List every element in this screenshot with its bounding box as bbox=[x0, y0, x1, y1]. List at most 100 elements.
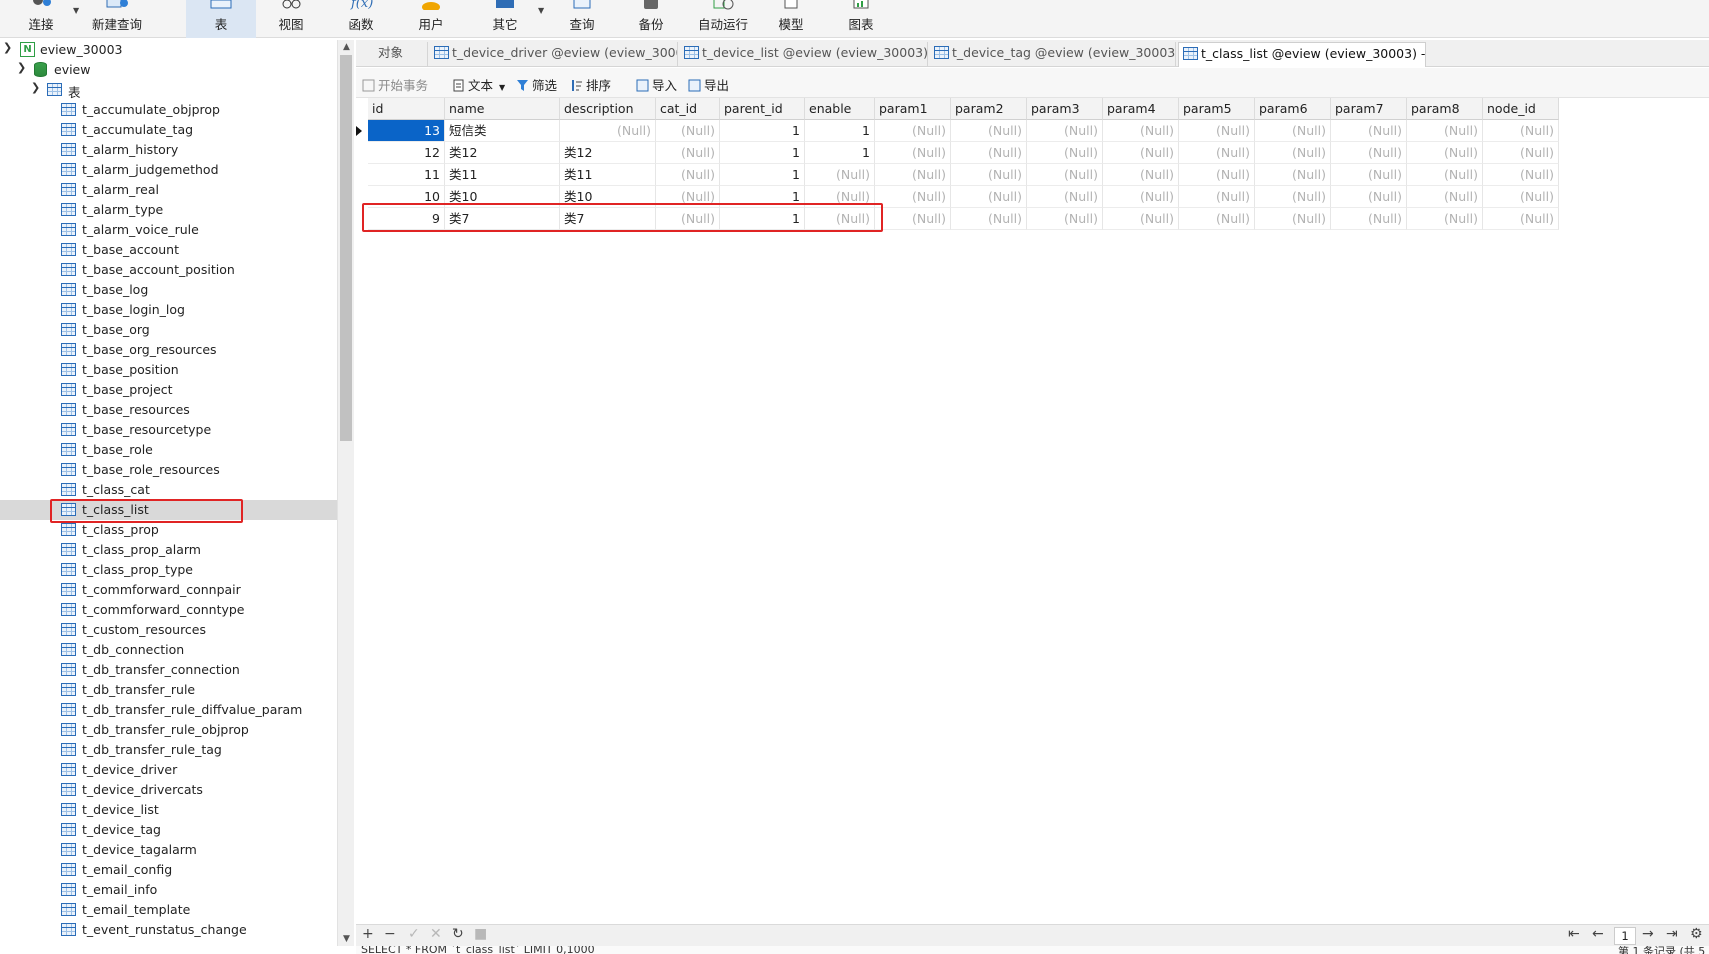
tree-table-item[interactable]: t_base_resourcetype bbox=[0, 420, 337, 440]
tree-table-item[interactable]: t_base_position bbox=[0, 360, 337, 380]
table-cell[interactable]: 类12 bbox=[445, 142, 560, 164]
table-cell[interactable]: (Null) bbox=[656, 186, 720, 208]
table-cell[interactable]: (Null) bbox=[875, 164, 951, 186]
table-cell[interactable]: (Null) bbox=[1179, 164, 1255, 186]
tree-table-item[interactable]: t_db_transfer_rule bbox=[0, 680, 337, 700]
tree-table-item[interactable]: t_db_transfer_connection bbox=[0, 660, 337, 680]
column-header[interactable]: param4 bbox=[1103, 98, 1179, 120]
toolbar-backup-button[interactable]: 备份 bbox=[620, 0, 682, 38]
table-cell[interactable]: 1 bbox=[805, 142, 875, 164]
column-header[interactable]: param6 bbox=[1255, 98, 1331, 120]
table-cell[interactable]: 短信类 bbox=[445, 120, 560, 142]
tree-table-item[interactable]: t_db_transfer_rule_diffvalue_param bbox=[0, 700, 337, 720]
toolbar-view-button[interactable]: 视图 bbox=[260, 0, 322, 38]
import-button[interactable]: 导入 bbox=[636, 75, 677, 94]
table-cell[interactable]: (Null) bbox=[1483, 142, 1559, 164]
toolbar-new-query-button[interactable]: 新建查询 bbox=[86, 0, 148, 38]
column-header[interactable]: description bbox=[560, 98, 656, 120]
next-page-icon[interactable]: → bbox=[1642, 926, 1654, 942]
table-cell[interactable]: (Null) bbox=[1255, 120, 1331, 142]
toolbar-user-button[interactable]: 用户 bbox=[400, 0, 462, 38]
table-cell[interactable]: 1 bbox=[720, 120, 805, 142]
table-cell[interactable]: 类10 bbox=[560, 186, 656, 208]
column-header[interactable]: param7 bbox=[1331, 98, 1407, 120]
table-cell[interactable]: 类7 bbox=[445, 208, 560, 230]
table-cell[interactable]: (Null) bbox=[1179, 208, 1255, 230]
table-cell[interactable]: (Null) bbox=[1103, 142, 1179, 164]
tree-table-item[interactable]: t_device_tag bbox=[0, 820, 337, 840]
tree-table-item[interactable]: t_alarm_judgemethod bbox=[0, 160, 337, 180]
table-cell[interactable]: (Null) bbox=[656, 208, 720, 230]
table-cell[interactable]: 类7 bbox=[560, 208, 656, 230]
column-header[interactable]: node_id bbox=[1483, 98, 1559, 120]
tree-table-item[interactable]: t_db_transfer_rule_objprop bbox=[0, 720, 337, 740]
table-cell[interactable]: (Null) bbox=[875, 142, 951, 164]
tree-connection[interactable]: ❯ N eview_30003 bbox=[0, 40, 337, 60]
scroll-down-icon[interactable]: ▼ bbox=[338, 934, 355, 944]
table-cell[interactable]: (Null) bbox=[656, 164, 720, 186]
table-cell[interactable]: (Null) bbox=[1407, 164, 1483, 186]
tree-table-item[interactable]: t_alarm_real bbox=[0, 180, 337, 200]
table-cell[interactable]: (Null) bbox=[1407, 186, 1483, 208]
table-cell[interactable]: (Null) bbox=[1483, 208, 1559, 230]
connect-dropdown-icon[interactable]: ▼ bbox=[73, 6, 79, 15]
table-cell[interactable]: (Null) bbox=[1179, 120, 1255, 142]
tree-table-item[interactable]: t_base_role_resources bbox=[0, 460, 337, 480]
tree-table-item[interactable]: t_class_list bbox=[0, 500, 337, 520]
other-dropdown-icon[interactable]: ▼ bbox=[538, 6, 544, 15]
table-cell[interactable]: (Null) bbox=[1331, 186, 1407, 208]
column-header[interactable]: id bbox=[368, 98, 445, 120]
sort-button[interactable]: 排序 bbox=[570, 75, 611, 94]
table-cell[interactable]: (Null) bbox=[1103, 208, 1179, 230]
export-button[interactable]: 导出 bbox=[688, 75, 729, 94]
table-cell[interactable]: 1 bbox=[720, 164, 805, 186]
filter-button[interactable]: 筛选 bbox=[516, 75, 557, 94]
toolbar-table-button[interactable]: 表 bbox=[186, 0, 256, 38]
table-cell[interactable]: (Null) bbox=[1255, 142, 1331, 164]
tree-scrollbar[interactable]: ▲ ▼ bbox=[337, 40, 354, 946]
table-cell[interactable]: 13 bbox=[368, 120, 445, 142]
begin-transaction-button[interactable]: 开始事务 bbox=[362, 75, 428, 94]
table-cell[interactable]: (Null) bbox=[805, 186, 875, 208]
table-cell[interactable]: 1 bbox=[805, 120, 875, 142]
tab-t-device-driver[interactable]: t_device_driver @eview (eview_30003... bbox=[430, 42, 678, 67]
column-header[interactable]: param1 bbox=[875, 98, 951, 120]
table-cell[interactable]: (Null) bbox=[1331, 164, 1407, 186]
refresh-icon[interactable]: ↻ bbox=[452, 926, 464, 942]
table-cell[interactable]: (Null) bbox=[1255, 208, 1331, 230]
table-cell[interactable]: (Null) bbox=[560, 120, 656, 142]
tree-table-item[interactable]: t_class_prop_alarm bbox=[0, 540, 337, 560]
chevron-down-icon[interactable]: ❯ bbox=[17, 61, 26, 74]
table-cell[interactable]: 9 bbox=[368, 208, 445, 230]
table-cell[interactable]: (Null) bbox=[951, 120, 1027, 142]
table-cell[interactable]: 1 bbox=[720, 186, 805, 208]
table-cell[interactable]: (Null) bbox=[951, 142, 1027, 164]
tree-table-item[interactable]: t_base_account_position bbox=[0, 260, 337, 280]
column-header[interactable]: enable bbox=[805, 98, 875, 120]
toolbar-query-button[interactable]: 查询 bbox=[552, 0, 612, 38]
column-header[interactable]: param8 bbox=[1407, 98, 1483, 120]
table-cell[interactable]: 类12 bbox=[560, 142, 656, 164]
chevron-down-icon[interactable]: ❯ bbox=[3, 41, 12, 54]
tree-table-item[interactable]: t_db_connection bbox=[0, 640, 337, 660]
toolbar-connect-button[interactable]: 连接 bbox=[8, 0, 74, 38]
last-page-icon[interactable]: ⇥ bbox=[1666, 926, 1678, 942]
text-button[interactable]: 文本 ▼ bbox=[452, 75, 505, 94]
table-cell[interactable]: (Null) bbox=[1027, 208, 1103, 230]
tree-table-item[interactable]: t_db_transfer_rule_tag bbox=[0, 740, 337, 760]
tree-table-item[interactable]: t_event_runstatus_change bbox=[0, 920, 337, 940]
tree-table-item[interactable]: t_base_org bbox=[0, 320, 337, 340]
table-cell[interactable]: (Null) bbox=[1483, 120, 1559, 142]
tree-table-item[interactable]: t_base_project bbox=[0, 380, 337, 400]
discard-changes-icon[interactable]: ✕ bbox=[430, 926, 442, 942]
table-cell[interactable]: (Null) bbox=[1407, 142, 1483, 164]
table-cell[interactable]: (Null) bbox=[805, 164, 875, 186]
tree-table-item[interactable]: t_custom_resources bbox=[0, 620, 337, 640]
table-cell[interactable]: 1 bbox=[720, 208, 805, 230]
table-cell[interactable]: 10 bbox=[368, 186, 445, 208]
tree-table-item[interactable]: t_base_log bbox=[0, 280, 337, 300]
tree-table-item[interactable]: t_base_account bbox=[0, 240, 337, 260]
tab-t-device-tag[interactable]: t_device_tag @eview (eview_30003) -... bbox=[930, 42, 1176, 67]
tree-table-item[interactable]: t_commforward_connpair bbox=[0, 580, 337, 600]
tree-table-item[interactable]: t_email_template bbox=[0, 900, 337, 920]
